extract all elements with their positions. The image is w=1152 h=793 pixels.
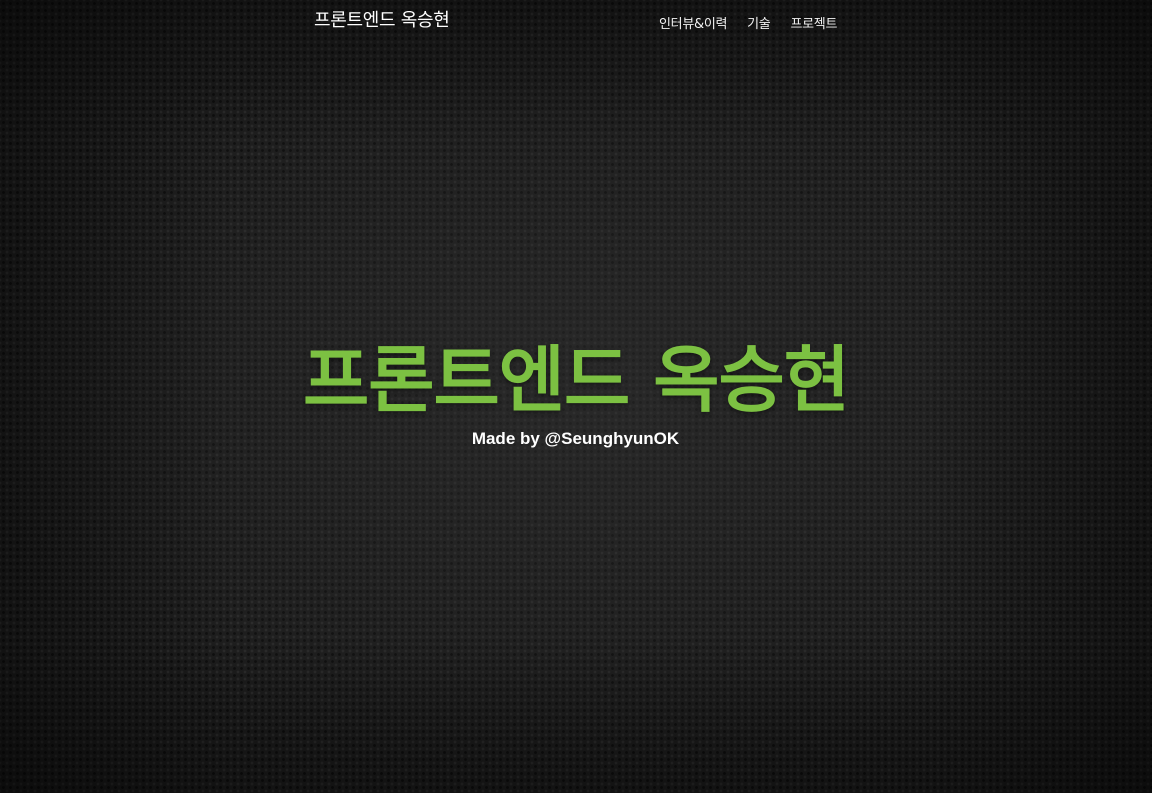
hero-section: 프론트엔드 옥승현 Made by @SeunghyunOK bbox=[0, 330, 1152, 451]
nav-item-interview: 인터뷰&이력 bbox=[659, 13, 727, 34]
nav-item-projects: 프로젝트 bbox=[790, 13, 837, 34]
hero-subtitle: Made by @SeunghyunOK bbox=[471, 429, 680, 448]
nav-links: 인터뷰&이력 기술 프로젝트 bbox=[659, 13, 837, 34]
hero-title: 프론트엔드 옥승현 bbox=[303, 338, 850, 422]
brand-logo-link[interactable]: 프론트엔드 옥승현 bbox=[314, 9, 450, 33]
nav-link-skills[interactable]: 기술 bbox=[747, 17, 771, 32]
nav-item-skills: 기술 bbox=[747, 13, 771, 34]
navbar: 프론트엔드 옥승현 인터뷰&이력 기술 프로젝트 bbox=[0, 0, 1152, 44]
nav-link-interview[interactable]: 인터뷰&이력 bbox=[659, 17, 727, 32]
nav-link-projects[interactable]: 프로젝트 bbox=[790, 17, 837, 32]
